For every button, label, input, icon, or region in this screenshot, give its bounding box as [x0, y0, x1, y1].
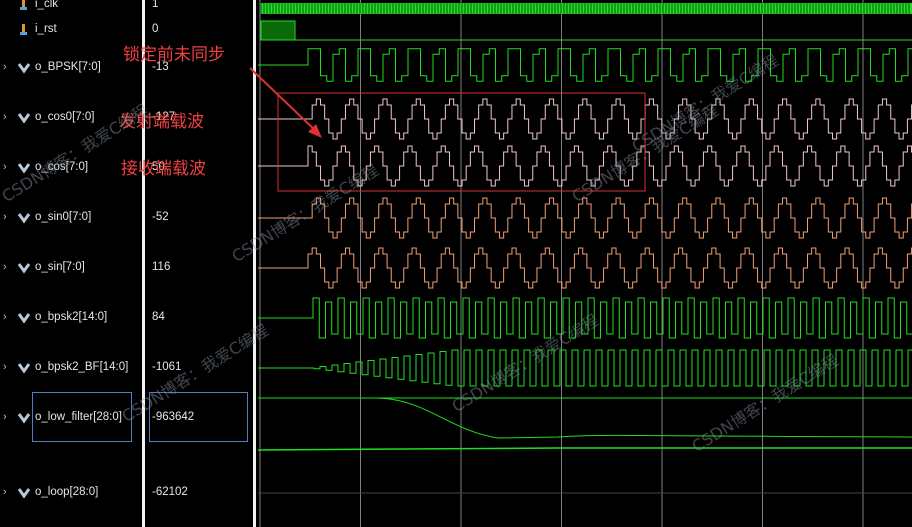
signal-name: o_bpsk2[14:0] [35, 311, 108, 323]
reset-pulse [260, 20, 296, 41]
signal-name: o_sin[7:0] [35, 261, 85, 273]
expand-chevron-icon[interactable]: › [3, 159, 7, 175]
cos-waveform [258, 145, 912, 187]
signal-value: 116 [152, 261, 171, 273]
signal-name: o_cos0[7:0] [35, 111, 95, 123]
signal-value: 0 [152, 23, 159, 35]
column-divider[interactable] [142, 0, 145, 527]
sin0-waveform [258, 197, 912, 239]
bit-signal-icon [17, 21, 31, 37]
bus-signal-icon [17, 59, 31, 75]
low-filter-waveform [258, 397, 912, 439]
annotation-rx-carrier: 接收端载波 [121, 159, 206, 179]
expand-chevron-icon[interactable]: › [3, 209, 7, 225]
expand-chevron-icon[interactable]: › [3, 359, 7, 375]
sin-waveform [258, 247, 912, 289]
signal-name: i_rst [35, 23, 57, 35]
signal-value: -62102 [152, 486, 188, 498]
expand-chevron-icon[interactable]: › [3, 259, 7, 275]
signal-value: -52 [152, 211, 169, 223]
bpsk-waveform [258, 48, 912, 82]
signal-value: 84 [152, 311, 165, 323]
signal-name: i_clk [35, 0, 59, 10]
waveform-plot[interactable] [258, 0, 912, 527]
bus-signal-icon [17, 484, 31, 500]
waveform-canvas[interactable] [258, 0, 912, 527]
bus-signal-icon [17, 259, 31, 275]
bus-signal-icon [17, 109, 31, 125]
signal-value: -1061 [152, 361, 182, 373]
bus-signal-icon [17, 309, 31, 325]
bus-signal-icon [17, 409, 31, 425]
bus-signal-icon [17, 359, 31, 375]
expand-chevron-icon[interactable]: › [3, 59, 7, 75]
bit-signal-icon [17, 0, 31, 12]
bus-signal-icon [17, 159, 31, 175]
annotation-tx-carrier: 发射端载波 [119, 112, 204, 132]
signal-name-panel: i_clk i_rst › o_BPSK[7:0] › o_cos0[7:0] … [0, 0, 141, 527]
signal-name: o_sin0[7:0] [35, 211, 92, 223]
signal-name: o_cos[7:0] [35, 161, 89, 173]
expand-chevron-icon[interactable]: › [3, 109, 7, 125]
signal-value: 1 [152, 0, 159, 10]
clock-waveform [261, 3, 912, 14]
annotation-lock-note: 锁定前未同步 [123, 45, 225, 65]
expand-chevron-icon[interactable]: › [3, 309, 7, 325]
expand-chevron-icon[interactable]: › [3, 484, 7, 500]
signal-name: o_bpsk2_BF[14:0] [35, 361, 129, 373]
signal-value: -963642 [152, 411, 195, 423]
signal-name: o_loop[28:0] [35, 486, 99, 498]
signal-value-panel: 1 0 -13 -127 50 -52 116 84 -1061 -963642… [147, 0, 253, 527]
bus-signal-icon [17, 209, 31, 225]
signal-name: o_low_filter[28:0] [35, 411, 122, 423]
cos0-waveform [258, 98, 912, 140]
bpsk2-bf-waveform [258, 349, 912, 387]
low-filter-trace [258, 447, 912, 451]
expand-chevron-icon[interactable]: › [3, 409, 7, 425]
bpsk2-waveform [258, 297, 912, 339]
column-divider[interactable] [253, 0, 256, 527]
signal-name: o_BPSK[7:0] [35, 61, 101, 73]
